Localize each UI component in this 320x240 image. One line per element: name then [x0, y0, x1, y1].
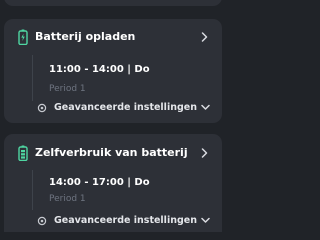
advanced-settings-toggle[interactable]: Geavanceerde instellingen — [4, 99, 222, 117]
card-title: Batterij opladen — [35, 30, 136, 43]
period-block[interactable]: 14:00 - 17:00 | Do Period 1 — [32, 170, 208, 210]
gear-icon — [37, 103, 47, 113]
chevron-right-icon[interactable] — [201, 32, 208, 42]
schedule-card-battery-self-consumption: Zelfverbruik van batterij 14:00 - 17:00 … — [4, 134, 222, 232]
chevron-down-icon[interactable] — [201, 104, 210, 111]
battery-charge-icon — [18, 29, 28, 45]
card-header-battery-charge[interactable]: Batterij opladen — [4, 19, 222, 55]
time-range: 11:00 - 14:00 | Do — [49, 64, 150, 75]
time-range: 14:00 - 17:00 | Do — [49, 177, 150, 188]
screen: Batterij opladen 11:00 - 14:00 | Do Peri… — [0, 0, 232, 232]
gear-icon — [37, 216, 47, 226]
advanced-settings-label: Geavanceerde instellingen — [54, 215, 197, 226]
battery-self-consumption-icon — [18, 145, 28, 161]
previous-card[interactable] — [4, 0, 222, 6]
card-header-self-consumption[interactable]: Zelfverbruik van batterij — [4, 135, 222, 171]
card-title: Zelfverbruik van batterij — [35, 146, 188, 159]
period-label: Period 1 — [49, 194, 86, 204]
period-block[interactable]: 11:00 - 14:00 | Do Period 1 — [32, 55, 208, 101]
advanced-settings-toggle[interactable]: Geavanceerde instellingen — [4, 212, 222, 230]
schedule-card-battery-charge: Batterij opladen 11:00 - 14:00 | Do Peri… — [4, 19, 222, 123]
chevron-right-icon[interactable] — [201, 148, 208, 158]
period-label: Period 1 — [49, 84, 86, 94]
chevron-down-icon[interactable] — [201, 217, 210, 224]
advanced-settings-label: Geavanceerde instellingen — [54, 102, 197, 113]
